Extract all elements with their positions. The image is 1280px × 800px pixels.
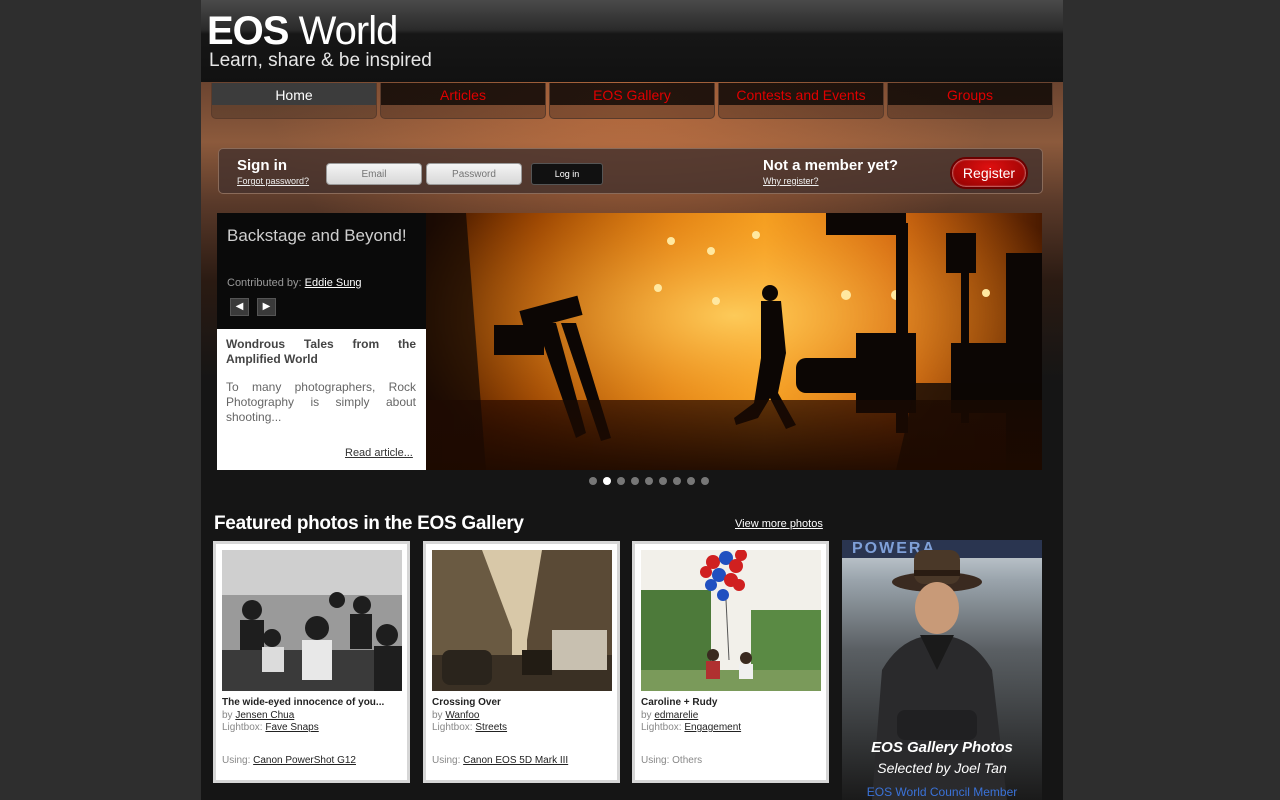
photo-lightbox-line: Lightbox: Fave Snaps — [222, 722, 319, 733]
using-label: Using: — [222, 755, 251, 766]
carousel-dot[interactable] — [687, 477, 695, 485]
photo-thumbnail[interactable] — [641, 550, 821, 691]
nav-eos-gallery[interactable]: EOS Gallery — [549, 83, 715, 119]
photo-lightbox-line: Lightbox: Engagement — [641, 722, 741, 733]
register-button[interactable]: Register — [950, 157, 1028, 189]
by-label: by — [641, 710, 652, 721]
email-field[interactable] — [326, 163, 422, 185]
camera-text: Others — [672, 755, 703, 766]
login-button[interactable]: Log in — [531, 163, 603, 185]
site-logo[interactable]: EOS World — [207, 8, 399, 54]
feature-title[interactable]: Backstage and Beyond! — [227, 225, 417, 246]
photo-author-line: by edmarelie — [641, 710, 698, 721]
logo-bold-text: EOS — [207, 9, 289, 53]
nav-groups[interactable]: Groups — [887, 83, 1053, 119]
photo-title[interactable]: Caroline + Rudy — [641, 697, 825, 708]
article-excerpt: To many photographers, Rock Photography … — [226, 380, 416, 424]
carousel-dot-active[interactable] — [603, 477, 611, 485]
using-label: Using: — [432, 755, 461, 766]
lightbox-link[interactable]: Streets — [475, 722, 507, 733]
photo-title[interactable]: Crossing Over — [432, 697, 616, 708]
nav-contests-events[interactable]: Contests and Events — [718, 83, 884, 119]
nav-articles[interactable]: Articles — [380, 83, 546, 119]
contributor-line: Contributed by: Eddie Sung — [227, 277, 362, 289]
photo-thumbnail[interactable] — [222, 550, 402, 691]
password-field[interactable] — [426, 163, 522, 185]
photo-camera-line: Using: Canon PowerShot G12 — [222, 755, 356, 766]
logo-light-text: World — [298, 9, 399, 53]
lightbox-label: Lightbox: — [222, 722, 263, 733]
hero-floor-overlay — [426, 400, 1042, 470]
not-member-text: Not a member yet? — [763, 157, 899, 174]
lightbox-label: Lightbox: — [432, 722, 473, 733]
why-register-link[interactable]: Why register? — [763, 176, 819, 186]
photo-lightbox-line: Lightbox: Streets — [432, 722, 507, 733]
photo-card: The wide-eyed innocence of you... by Jen… — [213, 541, 410, 783]
forgot-password-link[interactable]: Forgot password? — [237, 176, 309, 186]
signin-title: Sign in — [237, 157, 287, 174]
promo-line-3[interactable]: EOS World Council Member — [842, 785, 1042, 799]
photo-camera-line: Using: Others — [641, 755, 702, 766]
carousel-dot[interactable] — [645, 477, 653, 485]
article-summary: Wondrous Tales from the Amplified World … — [217, 329, 426, 470]
carousel-dot[interactable] — [631, 477, 639, 485]
contributor-link[interactable]: Eddie Sung — [305, 277, 362, 289]
carousel-dot[interactable] — [701, 477, 709, 485]
page-container: EOS World Learn, share & be inspired Hom… — [201, 0, 1063, 800]
author-link[interactable]: Wanfoo — [445, 710, 479, 721]
promo-line-1: EOS Gallery Photos — [871, 739, 1013, 756]
photo-author-line: by Wanfoo — [432, 710, 479, 721]
carousel-dot[interactable] — [589, 477, 597, 485]
carousel-dot[interactable] — [673, 477, 681, 485]
feature-panel: Backstage and Beyond! Contributed by: Ed… — [217, 213, 426, 329]
read-article-link[interactable]: Read article... — [345, 447, 413, 459]
hero-photo[interactable] — [426, 213, 1042, 470]
using-label: Using: — [641, 755, 670, 766]
author-link[interactable]: Jensen Chua — [235, 710, 294, 721]
author-link[interactable]: edmarelie — [654, 710, 698, 721]
contributed-by-label: Contributed by: — [227, 277, 302, 289]
photo-card: Caroline + Rudy by edmarelie Lightbox: E… — [632, 541, 829, 783]
lightbox-label: Lightbox: — [641, 722, 682, 733]
camera-link[interactable]: Canon PowerShot G12 — [253, 755, 356, 766]
photo-title[interactable]: The wide-eyed innocence of you... — [222, 697, 406, 708]
photo-card: Crossing Over by Wanfoo Lightbox: Street… — [423, 541, 620, 783]
gallery-promo[interactable]: POWERA EOS Gallery Photos Selected by Jo… — [842, 540, 1042, 800]
carousel-dot[interactable] — [617, 477, 625, 485]
signin-bar: Sign in Forgot password? Log in Not a me… — [218, 148, 1043, 194]
lightbox-link[interactable]: Engagement — [684, 722, 741, 733]
photo-author-line: by Jensen Chua — [222, 710, 294, 721]
next-arrow-icon[interactable]: ▶ — [257, 298, 276, 316]
carousel-dot[interactable] — [659, 477, 667, 485]
view-more-photos-link[interactable]: View more photos — [735, 518, 823, 530]
site-header: EOS World Learn, share & be inspired — [201, 0, 1063, 82]
lightbox-link[interactable]: Fave Snaps — [265, 722, 318, 733]
article-title[interactable]: Wondrous Tales from the Amplified World — [226, 337, 416, 367]
photo-thumbnail[interactable] — [432, 550, 612, 691]
main-nav: Home Articles EOS Gallery Contests and E… — [211, 83, 1053, 119]
featured-photos-heading: Featured photos in the EOS Gallery — [214, 513, 524, 534]
nav-home[interactable]: Home — [211, 83, 377, 119]
prev-arrow-icon[interactable]: ◀ — [230, 298, 249, 316]
by-label: by — [222, 710, 233, 721]
photo-camera-line: Using: Canon EOS 5D Mark III — [432, 755, 568, 766]
camera-link[interactable]: Canon EOS 5D Mark III — [463, 755, 568, 766]
promo-line-2: Selected by Joel Tan — [877, 760, 1007, 776]
by-label: by — [432, 710, 443, 721]
site-tagline: Learn, share & be inspired — [209, 50, 432, 71]
